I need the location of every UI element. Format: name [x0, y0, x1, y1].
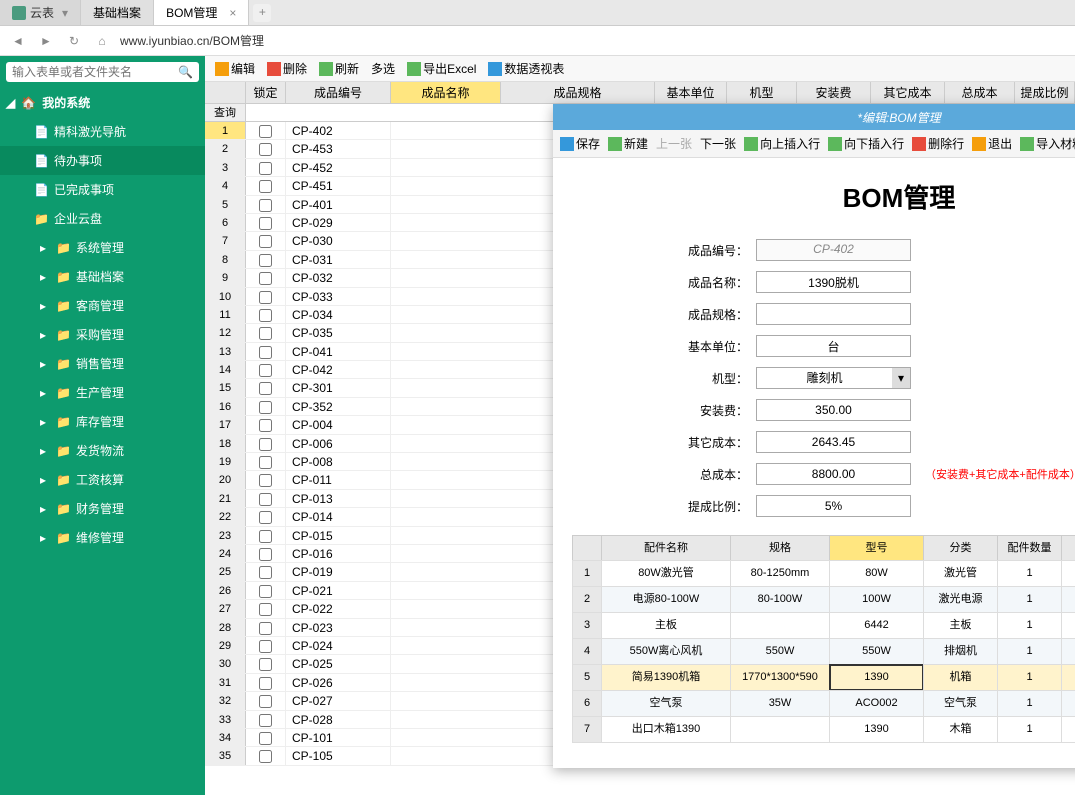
- tree-item-8[interactable]: ▸📁销售管理: [0, 349, 205, 378]
- refresh-button[interactable]: 刷新: [315, 58, 363, 79]
- logo-tab[interactable]: 云表▾: [0, 0, 81, 25]
- tree-root[interactable]: ◢🏠我的系统: [0, 88, 205, 117]
- multi-button[interactable]: 多选: [367, 58, 399, 79]
- tree-item-7[interactable]: ▸📁采购管理: [0, 320, 205, 349]
- parts-row[interactable]: 180W激光管80-1250mm80W激光管1支600.00: [573, 561, 1075, 587]
- tree-item-10[interactable]: ▸📁库存管理: [0, 407, 205, 436]
- ratio-field[interactable]: [756, 495, 911, 517]
- refresh-button[interactable]: ↻: [64, 31, 84, 51]
- tree-item-13[interactable]: ▸📁财务管理: [0, 494, 205, 523]
- delete-button[interactable]: 删除: [263, 58, 311, 79]
- dialog-title: *编辑:BOM管理X: [553, 104, 1075, 130]
- forward-button[interactable]: ►: [36, 31, 56, 51]
- total-note: （安装费+其它成本+配件成本）: [925, 466, 1075, 482]
- total-field[interactable]: [756, 463, 911, 485]
- name-field[interactable]: [756, 271, 911, 293]
- close-icon[interactable]: ×: [229, 6, 236, 20]
- parts-row[interactable]: 3主板6442主板1个1454.55: [573, 613, 1075, 639]
- delete-row-icon: [912, 137, 926, 151]
- query-label[interactable]: 查询: [205, 104, 246, 121]
- delete-icon: [267, 62, 281, 76]
- search-input[interactable]: [12, 65, 178, 79]
- tree-item-14[interactable]: ▸📁维修管理: [0, 523, 205, 552]
- parts-row[interactable]: 4550W离心风机550W550W排烟机1台180.00: [573, 639, 1075, 665]
- tree-item-9[interactable]: ▸📁生产管理: [0, 378, 205, 407]
- insert-down-button[interactable]: 向下插入行: [825, 133, 907, 154]
- dialog-toolbar: 保存 新建 上一张 下一张 向上插入行 向下插入行 删除行 退出 导入材料 ↑相…: [553, 130, 1075, 158]
- home-button[interactable]: ⌂: [92, 31, 112, 51]
- tree-item-6[interactable]: ▸📁客商管理: [0, 291, 205, 320]
- import-icon: [1020, 137, 1034, 151]
- back-button[interactable]: ◄: [8, 31, 28, 51]
- tabs-bar: 云表▾ 基础档案 BOM管理× +: [0, 0, 1075, 26]
- tree-item-5[interactable]: ▸📁基础档案: [0, 262, 205, 291]
- pivot-button[interactable]: 数据透视表: [484, 58, 568, 79]
- new-icon: [608, 137, 622, 151]
- grid-header: 锁定 成品编号 成品名称 成品规格 基本单位 机型 安装费 其它成本 总成本 提…: [205, 82, 1075, 104]
- tab-basic[interactable]: 基础档案: [81, 0, 154, 25]
- delete-row-button[interactable]: 删除行: [909, 133, 967, 154]
- type-select[interactable]: 雕刻机▾: [756, 367, 911, 389]
- exit-button[interactable]: 退出: [969, 133, 1015, 154]
- parts-row[interactable]: 7出口木箱13901390木箱1个450.00: [573, 717, 1075, 743]
- unit-field[interactable]: [756, 335, 911, 357]
- search-box[interactable]: 🔍: [6, 62, 199, 82]
- nav-bar: ◄ ► ↻ ⌂ www.iyunbiao.cn/BOM管理: [0, 26, 1075, 56]
- excel-icon: [407, 62, 421, 76]
- insert-up-button[interactable]: 向上插入行: [741, 133, 823, 154]
- next-button[interactable]: 下一张: [697, 133, 739, 154]
- arrow-down-icon: [828, 137, 842, 151]
- main-toolbar: 编辑 删除 刷新 多选 导出Excel 数据透视表: [205, 56, 1075, 82]
- search-icon[interactable]: 🔍: [178, 65, 193, 79]
- parts-grid: 配件名称 规格 型号 分类 配件数量 单位 配件单价 180W激光管80-125…: [573, 535, 1075, 743]
- arrow-up-icon: [744, 137, 758, 151]
- content-area: 编辑 删除 刷新 多选 导出Excel 数据透视表 锁定 成品编号 成品名称 成…: [205, 56, 1075, 795]
- parts-row[interactable]: 6空气泵35WACO002空气泵1台71.00: [573, 691, 1075, 717]
- logo-icon: [12, 6, 26, 20]
- tree-item-12[interactable]: ▸📁工资核算: [0, 465, 205, 494]
- save-button[interactable]: 保存: [557, 133, 603, 154]
- tree-item-3[interactable]: 📁企业云盘: [0, 204, 205, 233]
- pivot-icon: [488, 62, 502, 76]
- prev-button: 上一张: [653, 133, 695, 154]
- tree-item-2[interactable]: 📄已完成事项: [0, 175, 205, 204]
- refresh-icon: [319, 62, 333, 76]
- add-tab-button[interactable]: +: [253, 4, 271, 22]
- url-text: www.iyunbiao.cn/BOM管理: [120, 32, 264, 49]
- import-button[interactable]: 导入材料: [1017, 133, 1075, 154]
- new-button[interactable]: 新建: [605, 133, 651, 154]
- save-icon: [560, 137, 574, 151]
- folder-icon: [215, 62, 229, 76]
- install-field[interactable]: [756, 399, 911, 421]
- tree-item-4[interactable]: ▸📁系统管理: [0, 233, 205, 262]
- parts-row[interactable]: 5简易1390机箱1770*1300*5901390机箱1个2200.00: [573, 665, 1075, 691]
- sidebar: 🔍 ◢🏠我的系统 📄精科激光导航📄待办事项📄已完成事项📁企业云盘▸📁系统管理▸📁…: [0, 56, 205, 795]
- edit-button[interactable]: 编辑: [211, 58, 259, 79]
- spec-field[interactable]: [756, 303, 911, 325]
- tab-bom[interactable]: BOM管理×: [154, 0, 249, 25]
- dialog-heading: BOM管理: [573, 178, 1075, 215]
- parts-row[interactable]: 2电源80-100W80-100W100W激光电源1台450.00: [573, 587, 1075, 613]
- tree-item-1[interactable]: 📄待办事项: [0, 146, 205, 175]
- other-cost-field[interactable]: [756, 431, 911, 453]
- code-field: CP-402: [756, 239, 911, 261]
- edit-dialog: *编辑:BOM管理X 保存 新建 上一张 下一张 向上插入行 向下插入行 删除行…: [553, 104, 1075, 768]
- exit-icon: [972, 137, 986, 151]
- tree-item-0[interactable]: 📄精科激光导航: [0, 117, 205, 146]
- tree-item-11[interactable]: ▸📁发货物流: [0, 436, 205, 465]
- export-button[interactable]: 导出Excel: [403, 58, 480, 79]
